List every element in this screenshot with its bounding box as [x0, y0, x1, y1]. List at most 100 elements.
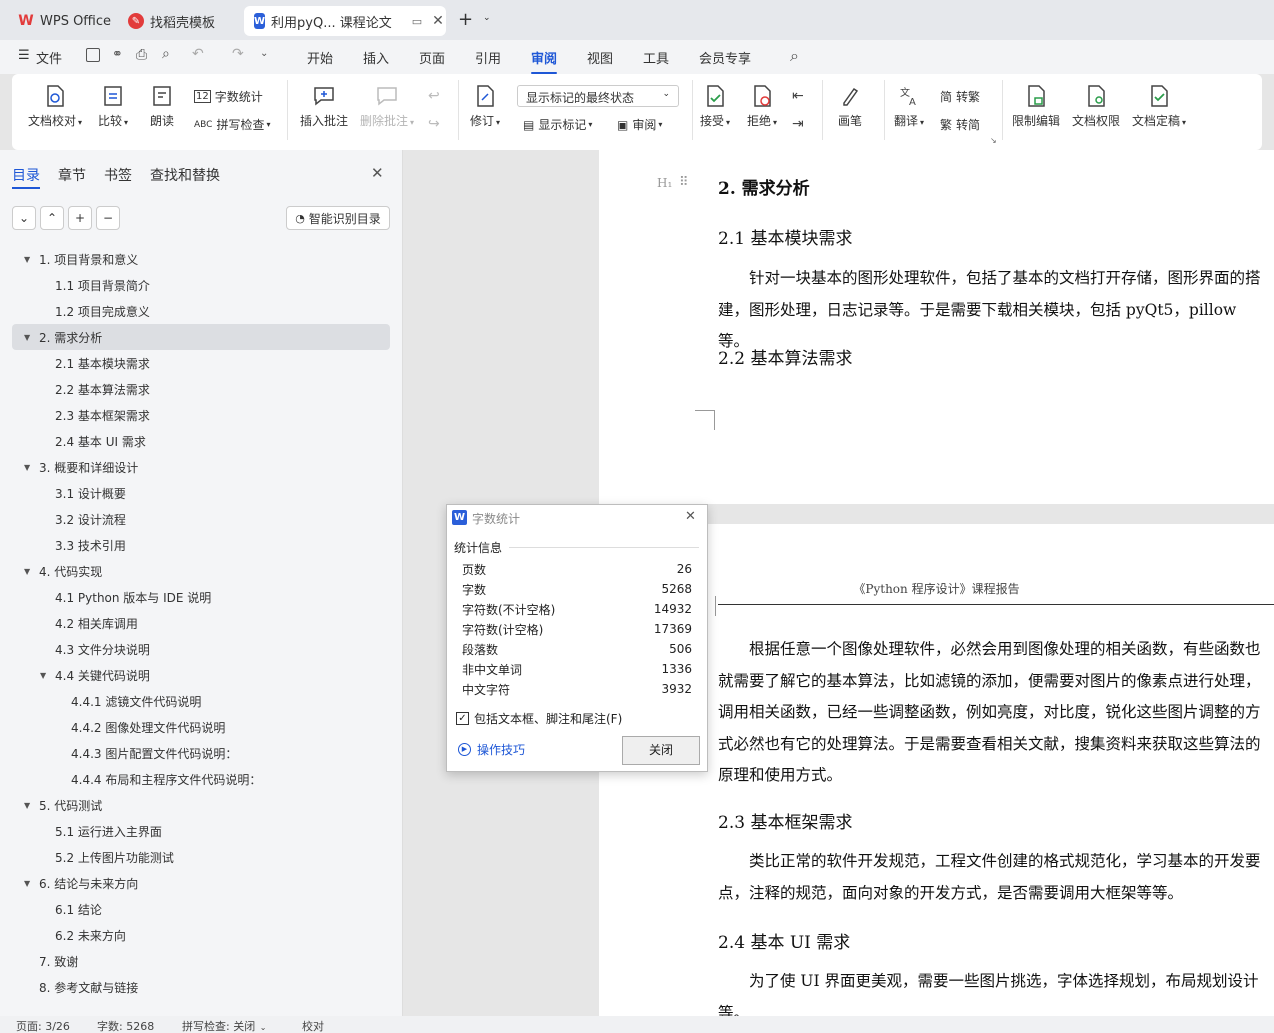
toc-item[interactable]: 8. 参考文献与链接 [12, 974, 390, 1000]
status-spell-check[interactable]: 拼写检查: 关闭 ⌄ [182, 1018, 266, 1033]
toc-item[interactable]: 2.4 基本 UI 需求 [12, 428, 390, 454]
toc-item[interactable]: 2.1 基本模块需求 [12, 350, 390, 376]
collapse-up-chevron-icon[interactable]: ⌃ [40, 206, 64, 230]
print-icon[interactable]: ⎙ [136, 47, 147, 63]
toc-item[interactable]: 4.3 文件分块说明 [12, 636, 390, 662]
status-page[interactable]: 页面: 3/26 [16, 1018, 70, 1033]
toc-item[interactable]: ▼ 5. 代码测试 [12, 792, 390, 818]
menu-file[interactable]: 文件 [36, 48, 62, 67]
redo-icon[interactable]: ↷ [232, 46, 244, 62]
markup-state-select[interactable]: 显示标记的最终状态 ⌄ [517, 85, 679, 107]
new-tab-button[interactable]: + [458, 9, 473, 30]
drag-handle-icon[interactable]: ⠿ [679, 175, 688, 190]
toc-item[interactable]: 1.2 项目完成意义 [12, 298, 390, 324]
word-count-button[interactable]: 12 字数统计 [194, 88, 263, 105]
spell-check-button[interactable]: ABC 拼写检查 ▾ [194, 116, 271, 133]
dialog-launcher-icon[interactable]: ↘ [990, 136, 997, 145]
accept-button[interactable]: 接受 ▾ [700, 84, 730, 129]
tab-wps-office[interactable]: W WPS Office [8, 6, 121, 36]
toc-item[interactable]: ▼ 4.4 关键代码说明 [12, 662, 390, 688]
toc-item[interactable]: 4.1 Python 版本与 IDE 说明 [12, 584, 390, 610]
include-textbox-checkbox[interactable]: ✓ 包括文本框、脚注和尾注(F) [456, 710, 622, 727]
add-heading-icon[interactable]: + [68, 206, 92, 230]
read-aloud-button[interactable]: 朗读 [150, 84, 174, 129]
status-word-count[interactable]: 字数: 5268 [97, 1018, 154, 1033]
undo-icon[interactable]: ↶ [192, 46, 204, 62]
toc-item[interactable]: 1.1 项目背景简介 [12, 272, 390, 298]
toc-item[interactable]: 3.1 设计概要 [12, 480, 390, 506]
hamburger-icon[interactable]: ☰ [18, 48, 30, 63]
expand-triangle-icon[interactable]: ▼ [24, 333, 30, 342]
menu-review[interactable]: 审阅 [531, 48, 558, 74]
toc-item[interactable]: ▼ 3. 概要和详细设计 [12, 454, 390, 480]
nav-tab-chapters[interactable]: 章节 [58, 165, 86, 185]
toc-item[interactable]: 3.3 技术引用 [12, 532, 390, 558]
toc-item[interactable]: ▼ 4. 代码实现 [12, 558, 390, 584]
menu-page[interactable]: 页面 [419, 48, 445, 67]
reject-button[interactable]: 拒绝 ▾ [747, 84, 777, 129]
toc-item[interactable]: 3.2 设计流程 [12, 506, 390, 532]
doc-check-button[interactable]: 文档校对 ▾ [28, 84, 82, 129]
prev-comment-icon[interactable]: ↩ [428, 88, 440, 104]
toc-item[interactable]: 5.2 上传图片功能测试 [12, 844, 390, 870]
nav-tab-find-replace[interactable]: 查找和替换 [150, 165, 220, 185]
toc-item[interactable]: 4.2 相关库调用 [12, 610, 390, 636]
translate-button[interactable]: 文A 翻译 ▾ [894, 84, 924, 129]
menu-references[interactable]: 引用 [475, 48, 501, 67]
share-icon[interactable]: ⚭ [112, 47, 123, 62]
review-pane-button[interactable]: ▣ 审阅 ▾ [617, 116, 662, 133]
smart-toc-button[interactable]: ◔ 智能识别目录 [286, 206, 390, 230]
expand-triangle-icon[interactable]: ▼ [24, 879, 30, 888]
to-traditional-button[interactable]: 简 转繁 [940, 88, 980, 105]
show-markup-button[interactable]: ▤ 显示标记 ▾ [523, 116, 592, 133]
tab-close-icon[interactable]: ✕ [432, 13, 444, 29]
tab-float-icon[interactable]: ▭ [412, 15, 422, 28]
nav-tab-bookmarks[interactable]: 书签 [104, 165, 132, 185]
restrict-edit-button[interactable]: 限制编辑 [1012, 84, 1060, 129]
toc-item[interactable]: 6.1 结论 [12, 896, 390, 922]
status-proof[interactable]: 校对 [302, 1018, 324, 1033]
toc-item[interactable]: 2.3 基本框架需求 [12, 402, 390, 428]
dialog-close-icon[interactable]: ✕ [685, 509, 696, 524]
toc-item[interactable]: ▼ 1. 项目背景和意义 [12, 246, 390, 272]
search-icon[interactable]: ⌕ [790, 46, 799, 66]
expand-triangle-icon[interactable]: ▼ [24, 255, 30, 264]
quick-access-chevron-icon[interactable]: ⌄ [260, 48, 268, 59]
expand-triangle-icon[interactable]: ▼ [24, 567, 30, 576]
expand-triangle-icon[interactable]: ▼ [24, 463, 30, 472]
close-icon[interactable]: ✕ [371, 164, 384, 182]
toc-item[interactable]: 5.1 运行进入主界面 [12, 818, 390, 844]
toc-item[interactable]: 6.2 未来方向 [12, 922, 390, 948]
track-changes-button[interactable]: 修订 ▾ [470, 84, 500, 129]
prev-change-icon[interactable]: ⇤ [792, 88, 804, 104]
pen-button[interactable]: 画笔 [838, 84, 862, 129]
close-button[interactable]: 关闭 [622, 736, 700, 765]
menu-tools[interactable]: 工具 [643, 48, 669, 67]
print-preview-icon[interactable]: ⌕ [162, 46, 170, 62]
menu-home[interactable]: 开始 [307, 48, 333, 67]
remove-heading-icon[interactable]: − [96, 206, 120, 230]
tab-template[interactable]: ✎ 找稻壳模板 [118, 6, 225, 36]
toc-item[interactable]: 4.4.4 布局和主程序文件代码说明： [12, 766, 390, 792]
menu-view[interactable]: 视图 [587, 48, 613, 67]
delete-comment-button[interactable]: 删除批注 ▾ [360, 84, 414, 129]
tips-link[interactable]: ▶ 操作技巧 [458, 741, 525, 758]
next-change-icon[interactable]: ⇥ [792, 116, 804, 132]
save-icon[interactable] [86, 48, 100, 62]
menu-insert[interactable]: 插入 [363, 48, 389, 67]
expand-triangle-icon[interactable]: ▼ [24, 801, 30, 810]
tab-list-chevron-icon[interactable]: ⌄ [483, 13, 491, 23]
toc-item[interactable]: 4.4.3 图片配置文件代码说明： [12, 740, 390, 766]
compare-button[interactable]: 比较 ▾ [98, 84, 128, 129]
next-comment-icon[interactable]: ↪ [428, 116, 440, 132]
tab-document[interactable]: W 利用pyQ... 课程论文 ▭ ✕ [244, 6, 446, 36]
toc-item[interactable]: ▼ 6. 结论与未来方向 [12, 870, 390, 896]
menu-membership[interactable]: 会员专享 [699, 48, 751, 67]
to-simplified-button[interactable]: 繁 转简 [940, 116, 980, 133]
toc-item[interactable]: 4.4.1 滤镜文件代码说明 [12, 688, 390, 714]
toc-item[interactable]: 4.4.2 图像处理文件代码说明 [12, 714, 390, 740]
doc-permission-button[interactable]: 文档权限 [1072, 84, 1120, 129]
collapse-down-chevron-icon[interactable]: ⌄ [12, 206, 36, 230]
toc-item[interactable]: ▼ 2. 需求分析 [12, 324, 390, 350]
expand-triangle-icon[interactable]: ▼ [40, 671, 46, 680]
